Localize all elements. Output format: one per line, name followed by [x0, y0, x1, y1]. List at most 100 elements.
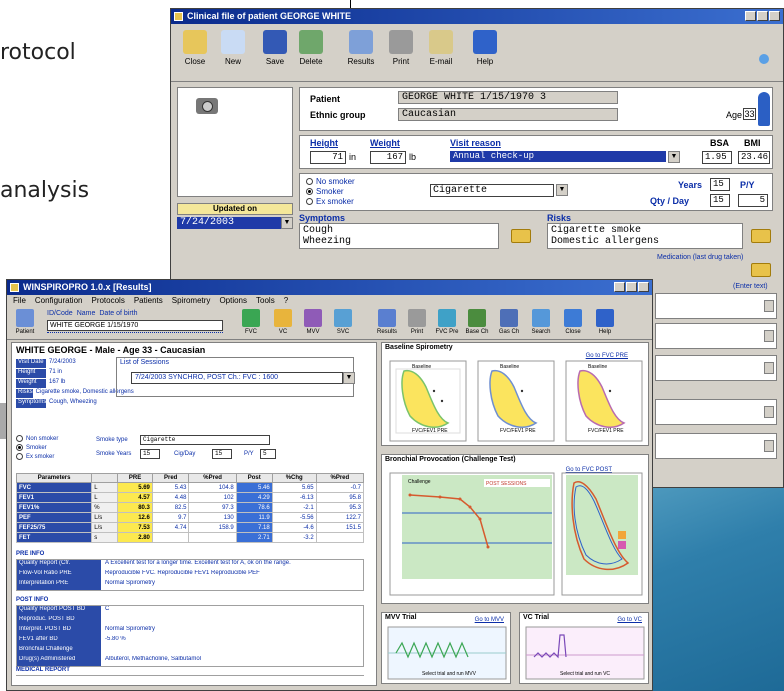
menu-item[interactable]: Spirometry [172, 295, 211, 306]
toolbar-patient-button[interactable]: Patient [13, 309, 37, 335]
updated-on-select[interactable]: 7/24/2003 [177, 217, 281, 229]
menu-item[interactable]: Configuration [35, 295, 83, 306]
ethnic-group-field[interactable]: Caucasian [398, 108, 618, 121]
toolbar-print-button[interactable]: Print [383, 30, 419, 66]
patient-select[interactable]: WHITE GEORGE 1/15/1970 [47, 320, 223, 331]
column-header[interactable]: %Pred [188, 473, 237, 483]
weight-field[interactable]: 167 [370, 151, 406, 164]
notes-panel-4[interactable] [655, 399, 777, 425]
smoke-type-select[interactable]: Cigarette [430, 184, 554, 197]
toolbar-e-mail-button[interactable]: E-mail [423, 30, 459, 66]
patient-field[interactable]: GEORGE WHITE 1/15/1970 3 [398, 91, 618, 104]
radio-ex-smoker[interactable]: Ex smoker [306, 197, 354, 206]
visit-reason-select[interactable]: Annual check-up [450, 151, 666, 162]
folder-icon[interactable] [751, 263, 771, 277]
patient-selector[interactable]: ID/Code Name Date of birth WHITE GEORGE … [47, 310, 227, 336]
table-row[interactable]: FEV1%% 80.3 82.5 97.3 78.6 -2.1 95.3 [15, 502, 365, 513]
chevron-down-icon[interactable]: ▼ [668, 151, 680, 163]
radio-selected-icon[interactable] [16, 444, 23, 451]
column-header[interactable]: Parameters [15, 473, 93, 483]
risks-textarea[interactable]: Cigarette smoke Domestic allergens [547, 223, 743, 249]
column-header[interactable]: %Chg [271, 473, 317, 483]
notes-panel-3[interactable] [655, 355, 777, 381]
radio-non-smoker[interactable]: Non smoker [16, 435, 58, 442]
maximize-button[interactable] [626, 282, 637, 292]
toolbar-help-button[interactable]: Help [467, 30, 503, 66]
bsa-field[interactable]: 1.95 [702, 151, 732, 164]
notes-panel-2[interactable] [655, 323, 777, 349]
toolbar-fvc-pre-button[interactable]: FVC Pre [435, 309, 459, 335]
years-field[interactable]: 15 [710, 178, 730, 191]
column-header[interactable] [91, 473, 119, 483]
column-header[interactable]: PRE [117, 473, 153, 483]
sessions-select[interactable]: 7/24/2003 SYNCHRO, POST Ch.: FVC : 1600 [131, 372, 343, 384]
patient-photo-box[interactable] [177, 87, 293, 197]
table-row[interactable]: FEF25/75 L/s 7.53 4.74 158.9 7.18 -4.6 151.5 [15, 522, 365, 533]
notes-panel-5[interactable] [655, 433, 777, 459]
scroll-button[interactable] [764, 406, 774, 418]
table-row[interactable]: FEV1 L 4.57 4.48 102 4.29 -6.13 95.8 [15, 492, 365, 503]
radio-icon[interactable] [306, 178, 313, 185]
folder-icon[interactable] [751, 229, 771, 243]
radio-icon[interactable] [306, 198, 313, 205]
height-field[interactable]: 71 [310, 151, 346, 164]
smoke-type-field[interactable]: Cigarette [140, 435, 270, 445]
scroll-button[interactable] [764, 300, 774, 312]
radio-icon[interactable] [16, 435, 23, 442]
pyr-field[interactable]: 5 [260, 449, 276, 459]
column-header[interactable]: Pred [151, 473, 190, 483]
toolbar-svc-button[interactable]: SVC [331, 309, 355, 335]
menu-item[interactable]: Tools [256, 295, 275, 306]
menu-item[interactable]: Protocols [91, 295, 124, 306]
camera-icon[interactable] [196, 98, 218, 114]
info-icon[interactable] [759, 54, 769, 64]
notes-panel-1[interactable] [655, 293, 777, 319]
table-row[interactable]: FVC L 5.69 5.43 104.8 5.46 5.65 -0.7 [15, 482, 365, 493]
cig-day-field[interactable]: 15 [212, 449, 232, 459]
toolbar-fvc-button[interactable]: FVC [239, 309, 263, 335]
enter-text-link[interactable]: (Enter text) [733, 283, 768, 290]
radio-smoker[interactable]: Smoker [306, 187, 344, 196]
close-window-button[interactable] [769, 11, 780, 21]
toolbar-results-button[interactable]: Results [375, 309, 399, 335]
toolbar-close-button[interactable]: Close [561, 309, 585, 335]
toolbar-mvv-button[interactable]: MVV [301, 309, 325, 335]
toolbar-print-button[interactable]: Print [405, 309, 429, 335]
table-row[interactable]: PEF L/s 12.6 9.7 130 11.9 -5.56 122.7 [15, 512, 365, 523]
smoke-years-field[interactable]: 15 [140, 449, 160, 459]
close-window-button[interactable] [638, 282, 649, 292]
radio-selected-icon[interactable] [306, 188, 313, 195]
toolbar-base-ch-button[interactable]: Base Ch [465, 309, 489, 335]
toolbar-gas-ch-button[interactable]: Gas Ch [497, 309, 521, 335]
menu-item[interactable]: File [13, 295, 26, 306]
toolbar-results-button[interactable]: Results [343, 30, 379, 66]
maximize-button[interactable] [757, 11, 768, 21]
toolbar-vc-button[interactable]: VC [271, 309, 295, 335]
toolbar-delete-button[interactable]: Delete [293, 30, 329, 66]
symptoms-textarea[interactable]: Cough Wheezing [299, 223, 499, 249]
scroll-button[interactable] [764, 440, 774, 452]
toolbar-help-button[interactable]: Help [593, 309, 617, 335]
column-header[interactable]: %Pred [315, 473, 365, 483]
toolbar-new-button[interactable]: New [215, 30, 251, 66]
toolbar-save-button[interactable]: Save [257, 30, 293, 66]
py-field[interactable]: 5 [738, 194, 768, 207]
chevron-down-icon[interactable]: ▼ [343, 372, 355, 384]
table-row[interactable]: FET s 2.80 2.71 -3.2 [15, 532, 365, 543]
chevron-down-icon[interactable]: ▼ [281, 217, 293, 229]
radio-no-smoker[interactable]: No smoker [306, 177, 355, 186]
folder-icon[interactable] [511, 229, 531, 243]
scroll-button[interactable] [764, 330, 774, 342]
toolbar-search-button[interactable]: Search [529, 309, 553, 335]
menu-item[interactable]: Patients [134, 295, 163, 306]
column-header[interactable]: Post [235, 473, 273, 483]
minimize-button[interactable] [614, 282, 625, 292]
chevron-down-icon[interactable]: ▼ [556, 184, 568, 196]
radio-ex-smoker[interactable]: Ex smoker [16, 453, 54, 460]
menu-item[interactable]: ? [284, 295, 288, 306]
bmi-field[interactable]: 23.46 [738, 151, 770, 164]
menu-item[interactable]: Options [219, 295, 247, 306]
toolbar-close-button[interactable]: Close [177, 30, 213, 66]
radio-icon[interactable] [16, 453, 23, 460]
radio-smoker[interactable]: Smoker [16, 444, 47, 451]
